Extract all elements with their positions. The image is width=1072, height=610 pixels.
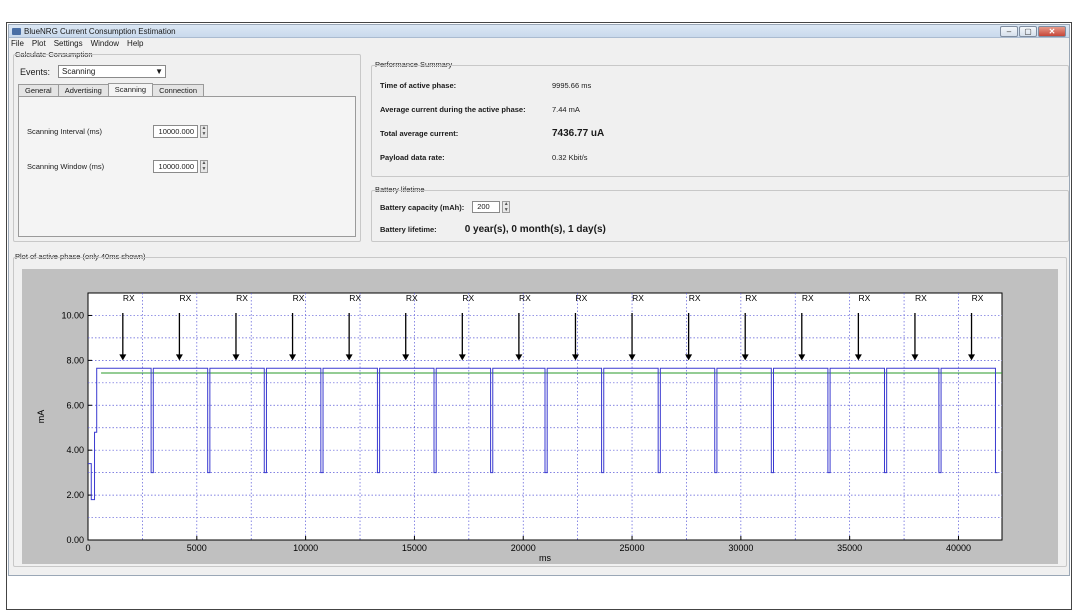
y-tick-label: 10.00 xyxy=(61,310,84,320)
perf-value: 7436.77 uA xyxy=(552,128,605,139)
rx-label: RX xyxy=(802,293,814,303)
x-tick-label: 20000 xyxy=(511,543,536,553)
chevron-down-icon[interactable]: ▼ xyxy=(155,66,163,77)
window-controls: – ▢ ✕ xyxy=(1000,26,1066,37)
menu-settings[interactable]: Settings xyxy=(54,39,83,48)
scanning-interval-input[interactable]: 10000.000 xyxy=(153,125,198,138)
battery-capacity-label: Battery capacity (mAh): xyxy=(380,202,465,212)
menu-plot[interactable]: Plot xyxy=(32,39,46,48)
rx-label: RX xyxy=(519,293,531,303)
settings-tabs: General Advertising Scanning Connection xyxy=(18,83,205,96)
menu-bar: File Plot Settings Window Help xyxy=(9,38,1069,49)
events-select[interactable]: Scanning ▼ xyxy=(58,65,167,78)
title-bar[interactable]: BlueNRG Current Consumption Estimation –… xyxy=(9,25,1069,38)
tab-connection[interactable]: Connection xyxy=(152,84,205,96)
tab-general[interactable]: General xyxy=(18,84,59,96)
scanning-interval-row: Scanning Interval (ms) 10000.000 ▲ ▼ xyxy=(27,125,208,138)
rx-label: RX xyxy=(745,293,757,303)
page-top-strip xyxy=(0,0,1072,22)
x-tick-label: 30000 xyxy=(728,543,753,553)
menu-help[interactable]: Help xyxy=(127,39,143,48)
y-tick-label: 4.00 xyxy=(66,445,84,455)
perf-value: 9995.66 ms xyxy=(552,81,592,90)
scanning-window-input[interactable]: 10000.000 xyxy=(153,160,198,173)
rx-label: RX xyxy=(576,293,588,303)
y-tick-label: 0.00 xyxy=(66,535,84,545)
rx-label: RX xyxy=(632,293,644,303)
calculate-panel: Events: Scanning ▼ General Advertising S… xyxy=(13,54,361,242)
battery-capacity-row: Battery capacity (mAh): 200 ▲ ▼ xyxy=(380,201,511,213)
window-title: BlueNRG Current Consumption Estimation xyxy=(24,26,176,36)
perf-label: Total average current: xyxy=(380,129,459,138)
tab-scanning[interactable]: Scanning xyxy=(107,83,154,96)
scanning-interval-spinner[interactable]: ▲ ▼ xyxy=(200,125,208,138)
battery-lifetime-row: Battery lifetime: 0 year(s), 0 month(s),… xyxy=(380,224,606,235)
y-tick-label: 2.00 xyxy=(66,490,84,500)
perf-value: 7.44 mA xyxy=(552,105,580,114)
current-plot: 0.00 2.00 4.00 6.00 8.00 10.00 0 5000 10000 15000… xyxy=(36,292,1003,563)
perf-row-active-current: Average current during the active phase:… xyxy=(380,105,580,114)
perf-row-data-rate: Payload data rate: 0.32 Kbit/s xyxy=(380,153,587,162)
rx-label: RX xyxy=(858,293,870,303)
battery-capacity-spinner[interactable]: ▲ ▼ xyxy=(502,201,511,213)
x-tick-label: 15000 xyxy=(402,543,427,553)
app-window: BlueNRG Current Consumption Estimation –… xyxy=(8,24,1070,576)
perf-label: Average current during the active phase: xyxy=(380,105,526,114)
rx-label: RX xyxy=(293,293,305,303)
y-tick-label: 6.00 xyxy=(66,400,84,410)
battery-lifetime-label: Battery lifetime: xyxy=(380,225,437,234)
rx-label: RX xyxy=(406,293,418,303)
perf-value: 0.32 Kbit/s xyxy=(552,153,588,162)
rx-label: RX xyxy=(179,293,191,303)
plot-background: 0.00 2.00 4.00 6.00 8.00 10.00 0 5000 10000 15000… xyxy=(22,269,1058,564)
perf-label: Time of active phase: xyxy=(380,81,457,90)
rx-label: RX xyxy=(123,293,135,303)
menu-file[interactable]: File xyxy=(11,39,24,48)
plot-panel: 0.00 2.00 4.00 6.00 8.00 10.00 0 5000 10000 15000… xyxy=(13,257,1067,567)
x-axis-label: ms xyxy=(539,553,551,563)
events-row: Events: Scanning ▼ xyxy=(20,65,167,78)
scanning-tab-content: Scanning Interval (ms) 10000.000 ▲ ▼ Scan… xyxy=(18,96,356,237)
battery-capacity-input[interactable]: 200 xyxy=(472,201,501,213)
events-select-value: Scanning xyxy=(62,67,96,76)
rx-label: RX xyxy=(972,293,984,303)
menu-window[interactable]: Window xyxy=(91,39,119,48)
battery-lifetime-value: 0 year(s), 0 month(s), 1 day(s) xyxy=(464,224,606,235)
scanning-window-spinner[interactable]: ▲ ▼ xyxy=(200,160,208,173)
scanning-interval-label: Scanning Interval (ms) xyxy=(27,127,103,136)
perf-row-active-time: Time of active phase: 9995.66 ms xyxy=(380,81,591,90)
x-tick-label: 35000 xyxy=(837,543,862,553)
maximize-button[interactable]: ▢ xyxy=(1019,26,1037,37)
performance-panel: Time of active phase: 9995.66 ms Average… xyxy=(371,65,1069,177)
y-axis-label: mA xyxy=(36,410,46,424)
rx-label: RX xyxy=(462,293,474,303)
rx-label: RX xyxy=(915,293,927,303)
perf-label: Payload data rate: xyxy=(380,153,445,162)
rx-label: RX xyxy=(236,293,248,303)
minimize-button[interactable]: – xyxy=(1000,26,1018,37)
rx-label: RX xyxy=(689,293,701,303)
battery-panel: Battery capacity (mAh): 200 ▲ ▼ Battery l… xyxy=(371,190,1069,242)
rx-label: RX xyxy=(349,293,361,303)
x-tick-label: 10000 xyxy=(293,543,318,553)
tab-advertising[interactable]: Advertising xyxy=(57,84,109,96)
x-tick-label: 25000 xyxy=(620,543,645,553)
x-tick-label: 5000 xyxy=(187,543,207,553)
x-tick-label: 0 xyxy=(85,543,90,553)
scanning-window-row: Scanning Window (ms) 10000.000 ▲ ▼ xyxy=(27,160,208,173)
x-tick-label: 40000 xyxy=(946,543,971,553)
app-icon xyxy=(12,27,21,35)
perf-row-total-current: Total average current: 7436.77 uA xyxy=(380,128,604,139)
events-label: Events: xyxy=(20,66,51,77)
scanning-window-label: Scanning Window (ms) xyxy=(27,162,105,171)
close-button[interactable]: ✕ xyxy=(1038,26,1066,37)
y-tick-label: 8.00 xyxy=(66,355,84,365)
